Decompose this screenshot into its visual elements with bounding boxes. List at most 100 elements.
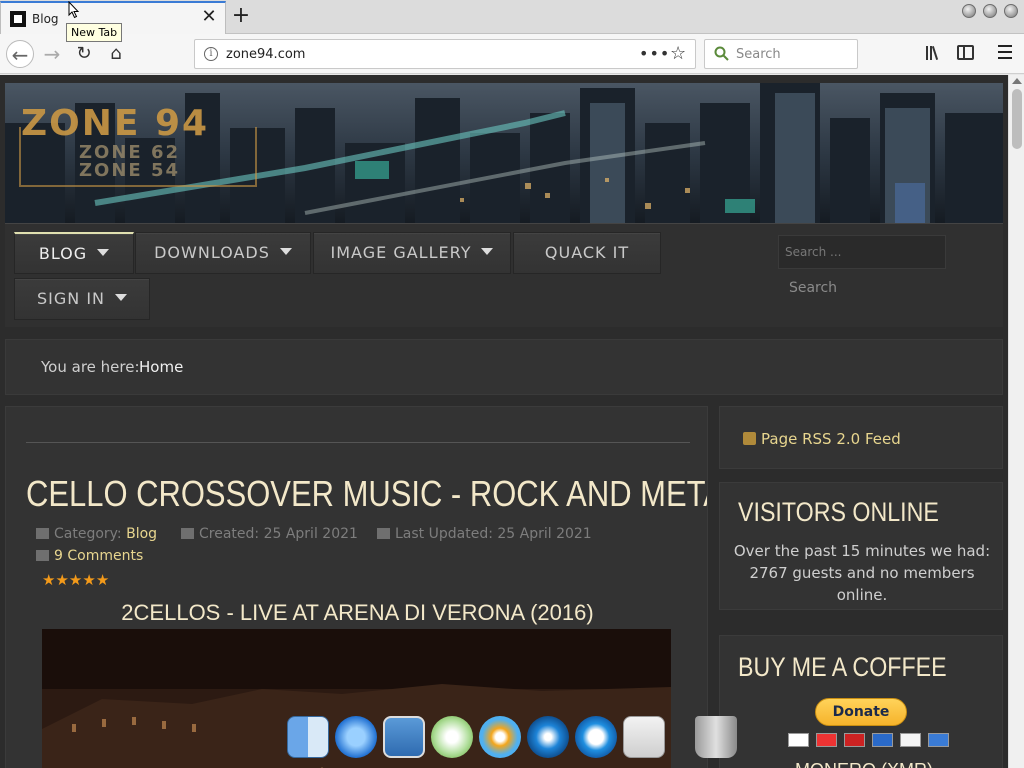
category-label: Category: bbox=[54, 526, 122, 542]
menu-item-sign-in[interactable]: SIGN IN bbox=[14, 278, 150, 320]
site-search-input[interactable]: Search ... bbox=[778, 235, 946, 269]
menu-item-blog[interactable]: BLOG bbox=[14, 232, 134, 274]
star-icon[interactable]: ★ bbox=[42, 571, 55, 589]
close-tab-icon[interactable]: ✕ bbox=[200, 8, 218, 26]
web-page: ZONE 94 ZONE 62 ZONE 54 BLOG DOWNLOADS I… bbox=[0, 75, 1008, 768]
article-created: Created: 25 April 2021 bbox=[181, 526, 358, 542]
created-date: Created: 25 April 2021 bbox=[199, 526, 358, 542]
menu-item-label: BLOG bbox=[38, 244, 88, 263]
bookmark-star-icon[interactable]: ☆ bbox=[670, 43, 686, 64]
rss-icon bbox=[743, 432, 756, 445]
updated-date: Last Updated: 25 April 2021 bbox=[395, 526, 592, 542]
main-menu: BLOG DOWNLOADS IMAGE GALLERY QUACK IT SI… bbox=[5, 223, 1003, 327]
menu-item-image-gallery[interactable]: IMAGE GALLERY bbox=[313, 232, 511, 274]
itunes-icon[interactable] bbox=[431, 716, 473, 758]
dock bbox=[287, 714, 737, 768]
chevron-down-icon bbox=[481, 248, 494, 255]
mouse-cursor-icon bbox=[68, 1, 80, 19]
menu-item-label: SIGN IN bbox=[36, 289, 105, 308]
buy-me-a-coffee-box: BUY ME A COFFEE Donate MONERO (XMR) bbox=[719, 635, 1003, 768]
visitors-text: Over the past 15 minutes we had: 2767 gu… bbox=[733, 542, 991, 604]
comment-icon bbox=[36, 550, 49, 561]
menu-item-label: DOWNLOADS bbox=[154, 243, 270, 262]
site-info-icon[interactable]: i bbox=[204, 47, 218, 61]
sidebar-toggle-icon[interactable] bbox=[957, 45, 974, 60]
discover-card-icon bbox=[900, 733, 922, 747]
breadcrumb: You are here: Home bbox=[5, 339, 1003, 395]
amex-card-icon bbox=[872, 733, 894, 747]
minimize-window-button[interactable] bbox=[962, 4, 976, 18]
chevron-down-icon bbox=[279, 248, 292, 255]
visa-card-icon bbox=[788, 733, 809, 747]
tab-title: Blog bbox=[32, 12, 59, 26]
internet-explorer-icon[interactable] bbox=[335, 716, 377, 758]
folder-icon bbox=[36, 528, 49, 539]
search-icon bbox=[714, 46, 729, 61]
page-actions-icon[interactable]: ••• bbox=[639, 44, 670, 63]
article-comments: 9 Comments bbox=[36, 548, 143, 564]
rating-stars[interactable]: ★★★★★ bbox=[42, 571, 109, 589]
site-search-button[interactable]: Search bbox=[778, 274, 848, 302]
navigation-toolbar: ← → ↻ ⌂ i zone94.com ••• ☆ Search bbox=[0, 34, 1024, 74]
browser-search-box[interactable]: Search bbox=[704, 39, 858, 69]
bank-card-icon bbox=[928, 733, 950, 747]
new-tab-button[interactable]: + bbox=[230, 4, 252, 28]
back-button[interactable]: ← bbox=[6, 40, 34, 68]
star-icon[interactable]: ★ bbox=[55, 571, 68, 589]
address-bar[interactable]: i zone94.com ••• ☆ bbox=[194, 39, 696, 69]
new-tab-tooltip: New Tab bbox=[66, 23, 123, 42]
breadcrumb-home-link[interactable]: Home bbox=[139, 358, 183, 376]
close-window-button[interactable] bbox=[1004, 4, 1018, 18]
rss-feed-box: Page RSS 2.0 Feed bbox=[719, 406, 1003, 469]
page-scrollbar[interactable] bbox=[1008, 75, 1024, 768]
chevron-down-icon bbox=[115, 294, 127, 301]
quicktime-player-icon[interactable] bbox=[479, 716, 521, 758]
site-favicon-icon bbox=[10, 11, 26, 27]
divider bbox=[26, 442, 690, 443]
quicktime-icon[interactable] bbox=[575, 716, 617, 758]
rss-feed-link[interactable]: Page RSS 2.0 Feed bbox=[761, 430, 901, 448]
comments-link[interactable]: 9 Comments bbox=[54, 548, 143, 564]
menu-item-label: QUACK IT bbox=[544, 243, 630, 262]
category-link[interactable]: Blog bbox=[126, 526, 157, 542]
star-icon[interactable]: ★ bbox=[69, 571, 82, 589]
visitors-online-box: VISITORS ONLINE Over the past 15 minutes… bbox=[719, 482, 1003, 610]
trash-icon[interactable] bbox=[695, 716, 737, 758]
dvd-player-icon[interactable] bbox=[527, 716, 569, 758]
menu-item-downloads[interactable]: DOWNLOADS bbox=[135, 232, 311, 274]
star-icon[interactable]: ★ bbox=[82, 571, 95, 589]
scroll-up-arrow-icon[interactable] bbox=[1012, 78, 1022, 84]
payment-cards bbox=[788, 732, 951, 748]
article-title[interactable]: CELLO CROSSOVER MUSIC - ROCK AND METAL bbox=[26, 473, 707, 515]
logo-frame bbox=[19, 127, 257, 187]
breadcrumb-label: You are here: bbox=[41, 358, 140, 376]
star-icon[interactable]: ★ bbox=[96, 571, 109, 589]
home-button[interactable]: ⌂ bbox=[102, 40, 130, 68]
menu-item-quack-it[interactable]: QUACK IT bbox=[513, 232, 661, 274]
article-category: Category: Blog bbox=[36, 526, 157, 542]
video-title: 2CELLOS - LIVE AT ARENA DI VERONA (2016) bbox=[121, 600, 594, 625]
reload-button[interactable]: ↻ bbox=[70, 40, 98, 68]
url-text[interactable]: zone94.com bbox=[226, 47, 305, 62]
mastercard-icon bbox=[816, 733, 838, 747]
site-logo[interactable]: ZONE 94 ZONE 62 ZONE 54 bbox=[19, 103, 257, 187]
browser-search-placeholder: Search bbox=[736, 47, 781, 62]
tab-bar: Blog ✕ + bbox=[0, 0, 1024, 34]
calendar-icon bbox=[377, 528, 390, 539]
hamburger-menu-icon[interactable] bbox=[998, 45, 1012, 59]
scrollbar-thumb[interactable] bbox=[1012, 89, 1022, 149]
menu-item-label: IMAGE GALLERY bbox=[330, 243, 472, 262]
maximize-window-button[interactable] bbox=[983, 4, 997, 18]
calendar-icon bbox=[181, 528, 194, 539]
visitors-title: VISITORS ONLINE bbox=[738, 497, 939, 527]
finder-icon[interactable] bbox=[287, 716, 329, 758]
site-header-banner: ZONE 94 ZONE 62 ZONE 54 bbox=[5, 83, 1003, 223]
preview-icon[interactable] bbox=[383, 716, 425, 758]
forward-button[interactable]: → bbox=[38, 40, 66, 68]
article-updated: Last Updated: 25 April 2021 bbox=[377, 526, 592, 542]
chevron-down-icon bbox=[97, 249, 110, 256]
apple-app-icon[interactable] bbox=[623, 716, 665, 758]
library-icon[interactable] bbox=[924, 43, 944, 63]
maestro-card-icon bbox=[844, 733, 866, 747]
donate-button[interactable]: Donate bbox=[815, 698, 907, 726]
